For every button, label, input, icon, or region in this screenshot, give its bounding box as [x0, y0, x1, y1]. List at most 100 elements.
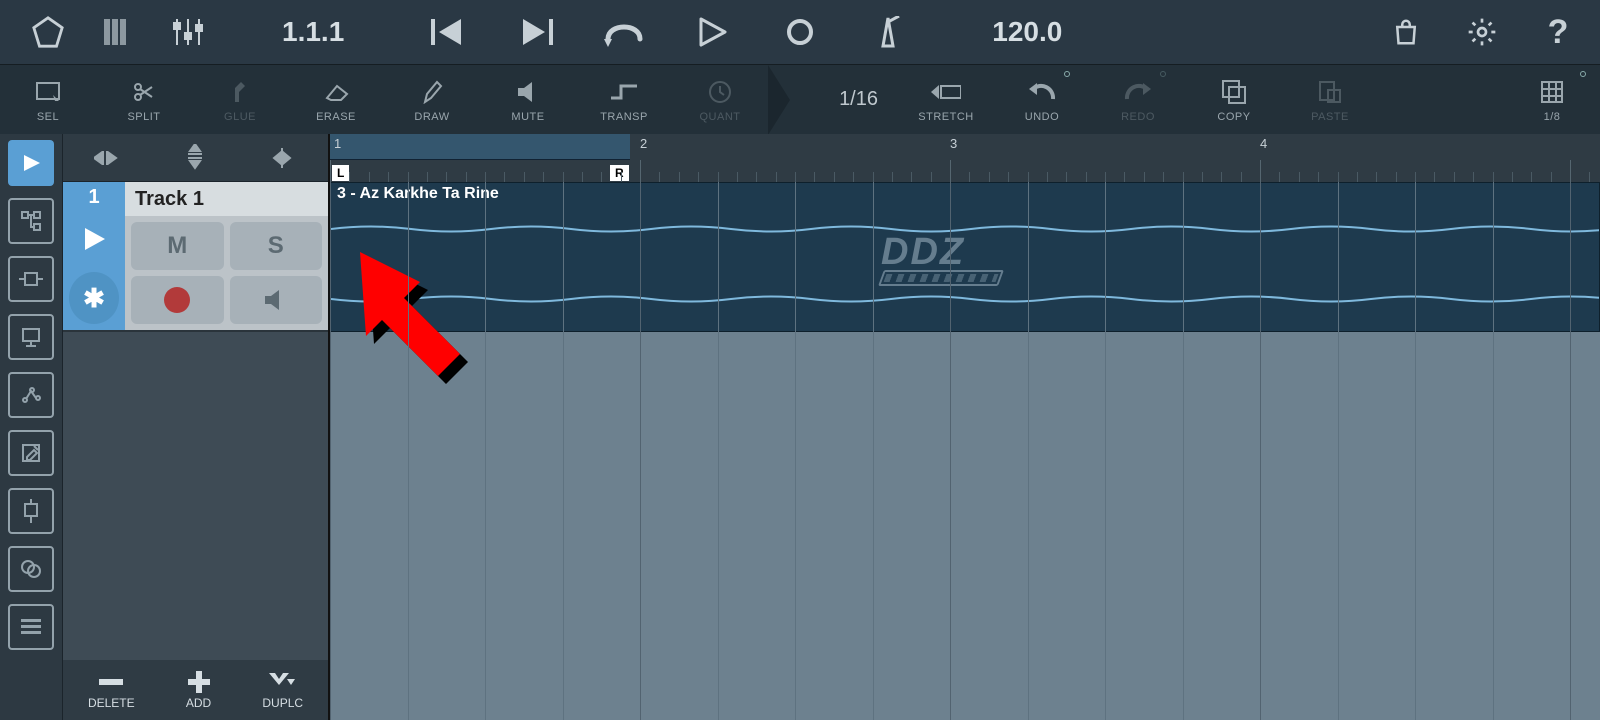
- bar-number: 1: [334, 136, 341, 151]
- shop-icon[interactable]: [1386, 12, 1426, 52]
- song-position[interactable]: 1.1.1: [282, 16, 344, 48]
- track-number: 1: [63, 182, 125, 212]
- monitor-button[interactable]: [8, 314, 54, 360]
- mixer-icon[interactable]: [168, 12, 208, 52]
- tool-glue[interactable]: GLUE: [192, 65, 288, 134]
- bar-number: 3: [950, 136, 957, 151]
- help-icon[interactable]: ?: [1538, 12, 1578, 52]
- fitzoom-icon[interactable]: [266, 146, 298, 170]
- edit-toolbar: SEL SPLIT GLUE ERASE DRAW MUTE TRANSP Q: [0, 64, 1600, 134]
- routing-button[interactable]: [8, 198, 54, 244]
- tool-select[interactable]: SEL: [0, 65, 96, 134]
- tempo-display[interactable]: 120.0: [992, 16, 1062, 48]
- add-track-button[interactable]: ADD: [185, 670, 213, 710]
- mute-icon: [513, 77, 543, 107]
- insert-button[interactable]: [8, 256, 54, 302]
- watermark: DDZ: [881, 231, 1001, 286]
- tool-mute[interactable]: MUTE: [480, 65, 576, 134]
- tool-label: UNDO: [1025, 111, 1059, 123]
- delete-track-button[interactable]: DELETE: [88, 670, 135, 710]
- automation-button[interactable]: [8, 372, 54, 418]
- solo-button[interactable]: S: [230, 222, 323, 270]
- forward-end-icon[interactable]: [516, 12, 556, 52]
- record-icon[interactable]: [780, 12, 820, 52]
- tool-stretch[interactable]: STRETCH: [898, 65, 994, 134]
- redo-icon: [1123, 77, 1153, 107]
- tool-split[interactable]: SPLIT: [96, 65, 192, 134]
- tool-label: GLUE: [224, 111, 256, 123]
- bar-number: 2: [640, 136, 647, 151]
- clip-area[interactable]: 3 - Az Karkhe Ta Rine DDZ: [330, 182, 1600, 720]
- menu-button[interactable]: [8, 604, 54, 650]
- metronome-icon[interactable]: [868, 12, 908, 52]
- clip-name: 3 - Az Karkhe Ta Rine: [337, 185, 499, 203]
- track-header-right: Track 1 M S: [125, 182, 328, 330]
- waveform-top: [331, 223, 1599, 235]
- gear-icon[interactable]: [1462, 12, 1502, 52]
- track-header[interactable]: 1 ✱ Track 1 M S: [63, 182, 328, 332]
- track-empty-area: [63, 332, 328, 660]
- locator-range[interactable]: [330, 134, 630, 160]
- redo-badge: [1160, 71, 1166, 77]
- tool-label: DRAW: [414, 111, 449, 123]
- tool-label: STRETCH: [918, 111, 973, 123]
- app-root: 1.1.1 120.0: [0, 0, 1600, 720]
- piano-icon[interactable]: [98, 12, 138, 52]
- timeline[interactable]: L R 1 2 3 4 3 - Az Karkhe Ta Rine: [330, 134, 1600, 720]
- tool-label: MUTE: [511, 111, 544, 123]
- mute-button[interactable]: M: [131, 222, 224, 270]
- tool-copy[interactable]: COPY: [1186, 65, 1282, 134]
- top-left-group: [28, 12, 208, 52]
- track-buttons: M S: [125, 216, 328, 330]
- tool-grid[interactable]: 1/8: [1504, 65, 1600, 134]
- tool-quantize[interactable]: QUANT: [672, 65, 768, 134]
- track-header-left: 1 ✱: [63, 182, 125, 330]
- tool-label: PASTE: [1311, 111, 1349, 123]
- tool-label: ERASE: [316, 111, 356, 123]
- rewind-start-icon[interactable]: [428, 12, 468, 52]
- marker-button[interactable]: [8, 488, 54, 534]
- left-tool-strip: [0, 134, 62, 720]
- track-footer: DELETE ADD DUPLC: [63, 660, 328, 720]
- tool-undo[interactable]: UNDO: [994, 65, 1090, 134]
- tool-label: QUANT: [700, 111, 741, 123]
- channels-button[interactable]: [8, 546, 54, 592]
- track-header-column: 1 ✱ Track 1 M S: [62, 134, 330, 720]
- minus-icon: [97, 670, 125, 694]
- erase-icon: [321, 77, 351, 107]
- notes-button[interactable]: [8, 430, 54, 476]
- track-freeze-button[interactable]: ✱: [69, 272, 119, 324]
- project-icon[interactable]: [28, 12, 68, 52]
- tool-draw[interactable]: DRAW: [384, 65, 480, 134]
- play-icon[interactable]: [692, 12, 732, 52]
- tool-label: TRANSP: [600, 111, 648, 123]
- pencil-icon: [417, 77, 447, 107]
- waveform-bottom: [331, 293, 1599, 305]
- duplicate-track-button[interactable]: DUPLC: [262, 670, 303, 710]
- grid-badge: [1580, 71, 1586, 77]
- snap-value[interactable]: 1/16: [768, 65, 898, 134]
- tool-label: REDO: [1121, 111, 1155, 123]
- tool-redo[interactable]: REDO: [1090, 65, 1186, 134]
- audio-clip[interactable]: 3 - Az Karkhe Ta Rine DDZ: [330, 182, 1600, 332]
- track-play-icon[interactable]: [63, 212, 125, 266]
- grid-icon: [1537, 77, 1567, 107]
- ruler[interactable]: L R 1 2 3 4: [330, 134, 1600, 182]
- locator-left[interactable]: L: [332, 165, 349, 181]
- loop-icon[interactable]: [604, 12, 644, 52]
- tool-label: SPLIT: [127, 111, 160, 123]
- track-name[interactable]: Track 1: [125, 182, 328, 216]
- tool-transpose[interactable]: TRANSP: [576, 65, 672, 134]
- arrange-view-button[interactable]: [8, 140, 54, 186]
- zoom-row: [63, 134, 328, 182]
- tool-label: 1/8: [1544, 111, 1561, 123]
- hzoom-icon[interactable]: [94, 148, 124, 168]
- monitor-speaker-button[interactable]: [230, 276, 323, 324]
- tool-paste[interactable]: PASTE: [1282, 65, 1378, 134]
- undo-icon: [1027, 77, 1057, 107]
- record-arm-button[interactable]: [131, 276, 224, 324]
- vzoom-icon[interactable]: [185, 144, 205, 172]
- tool-erase[interactable]: ERASE: [288, 65, 384, 134]
- top-right-group: ?: [1386, 12, 1578, 52]
- locator-right[interactable]: R: [610, 165, 629, 181]
